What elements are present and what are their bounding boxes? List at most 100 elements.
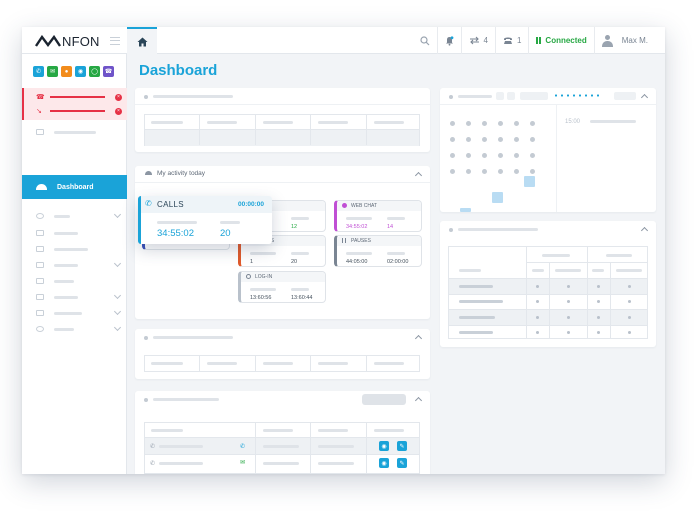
sidebar-item-placeholder (54, 279, 74, 283)
calendar-day[interactable] (514, 169, 519, 174)
calendar-day[interactable] (482, 137, 487, 142)
bell-icon (445, 35, 453, 46)
today-button[interactable] (614, 92, 636, 100)
calendar-day[interactable] (450, 137, 455, 142)
edit-icon[interactable]: ✎ (397, 458, 407, 468)
chevron-up-icon[interactable] (414, 396, 423, 405)
sidebar-item-label: Dashboard (57, 183, 94, 191)
sidebar-item-contacts[interactable] (36, 210, 122, 219)
notifications-button[interactable] (436, 27, 461, 54)
calendar-day[interactable] (514, 137, 519, 142)
calendar-day[interactable] (466, 137, 471, 142)
calendar-day[interactable] (514, 121, 519, 126)
view-icon[interactable]: ◉ (379, 441, 389, 451)
sidebar-item-documents[interactable] (36, 278, 120, 284)
calendar-day[interactable] (498, 121, 503, 126)
brand-logo[interactable]: NFON (35, 34, 100, 49)
prev-button[interactable] (496, 92, 504, 100)
calendar-day[interactable] (466, 169, 471, 174)
search-button[interactable] (413, 27, 437, 54)
table-b: ✆ ✆ ◉ ✎ ✆ ✉ ◉ ✎ (144, 422, 420, 474)
next-button[interactable] (507, 92, 515, 100)
calendar-day[interactable] (530, 121, 535, 126)
date-range-button[interactable] (520, 92, 548, 100)
home-tab[interactable] (127, 27, 157, 54)
selected-day[interactable] (460, 208, 471, 212)
calendar-day[interactable] (514, 153, 519, 158)
calendar-day[interactable] (482, 153, 487, 158)
calendar-day[interactable] (450, 169, 455, 174)
alert-item[interactable]: ↘ × (36, 107, 122, 115)
activity-title: My activity today (157, 170, 206, 177)
card-handle-icon (449, 95, 453, 99)
calendar-day[interactable] (530, 137, 535, 142)
viber-app-icon[interactable]: ☎ (103, 66, 114, 77)
app-window: NFON 4 1 Connected Max M. ✆ ✉ ● ◉ ◯ ☎ ☎ … (22, 27, 665, 474)
calls-label: CALLS (157, 200, 184, 209)
phone-app-icon[interactable]: ✆ (33, 66, 44, 77)
column-header-placeholder (318, 121, 348, 124)
chevron-up-icon[interactable] (640, 226, 649, 235)
sidebar-item-settings[interactable] (36, 259, 122, 268)
calendar-day[interactable] (482, 169, 487, 174)
card-handle-icon (449, 228, 453, 232)
mail-app-icon[interactable]: ✉ (47, 66, 58, 77)
selected-day[interactable] (492, 192, 503, 203)
calendar-day[interactable] (530, 153, 535, 158)
avatar-icon (601, 34, 613, 47)
calendar-day[interactable] (466, 153, 471, 158)
selected-day[interactable] (524, 176, 535, 187)
cell-placeholder (263, 445, 299, 448)
sidebar-item-queue[interactable] (36, 129, 120, 135)
chevron-up-icon[interactable] (640, 93, 649, 102)
user-menu[interactable]: Max M. (593, 27, 665, 54)
connection-status[interactable]: Connected (528, 27, 593, 54)
chart-icon (36, 310, 44, 316)
calendar-day[interactable] (498, 169, 503, 174)
missed-alerts[interactable]: ☎ × ↘ × (22, 88, 127, 120)
calendar-day[interactable] (450, 153, 455, 158)
table-a (144, 355, 420, 372)
login-tile[interactable]: LOG-IN 13:60:56 13:60:44 (238, 271, 326, 303)
calendar-day[interactable] (482, 121, 487, 126)
chevron-up-icon[interactable] (414, 334, 423, 343)
sidebar-item-dashboard[interactable]: Dashboard (22, 175, 127, 199)
stats-card (440, 221, 656, 347)
calendar-day[interactable] (498, 153, 503, 158)
calls-card[interactable]: ✆ CALLS 00:00:00 34:55:02 20 (138, 196, 272, 244)
voicemail-button[interactable]: 1 (494, 27, 528, 54)
sidebar-item-reports[interactable] (36, 307, 122, 316)
chevron-down-icon (113, 210, 122, 219)
sidebar-item-groups[interactable] (36, 246, 120, 252)
call-forwarding-button[interactable]: 4 (460, 27, 495, 54)
table-card-b: ✆ ✆ ◉ ✎ ✆ ✉ ◉ ✎ (135, 391, 430, 474)
calendar-day[interactable] (450, 121, 455, 126)
web-chat-tile[interactable]: WEB CHAT 34:55:02 14 (334, 200, 422, 232)
chat-app-icon[interactable]: ● (61, 66, 72, 77)
column-header-placeholder (318, 429, 348, 432)
connection-status-label: Connected (545, 36, 587, 45)
menu-icon[interactable] (110, 37, 120, 45)
column-header-placeholder (374, 429, 404, 432)
calendar-day[interactable] (498, 137, 503, 142)
whatsapp-app-icon[interactable]: ◯ (89, 66, 100, 77)
edit-icon[interactable]: ✎ (397, 441, 407, 451)
view-icon[interactable]: ◉ (379, 458, 389, 468)
messenger-app-icon[interactable]: ◉ (75, 66, 86, 77)
filter-button[interactable] (362, 394, 406, 405)
dashboard-icon (145, 171, 152, 175)
view-toggle-icon[interactable] (553, 94, 603, 97)
calendar-day[interactable] (466, 121, 471, 126)
top-bar: NFON 4 1 Connected Max M. (22, 27, 665, 54)
sidebar-item-monitor[interactable] (36, 291, 122, 300)
sidebar-item-admin[interactable] (36, 323, 122, 332)
cell-placeholder (597, 285, 600, 288)
card-title-placeholder (153, 398, 219, 401)
groups-icon (36, 246, 44, 252)
alert-item[interactable]: ☎ × (36, 93, 122, 101)
chevron-up-icon[interactable] (414, 171, 423, 180)
sidebar-item-messages[interactable] (36, 230, 120, 236)
pauses-tile[interactable]: PAUSES 44:05:00 02:00:00 (334, 235, 422, 267)
calendar-day[interactable] (530, 169, 535, 174)
web-chat-label: WEB CHAT (351, 203, 378, 209)
